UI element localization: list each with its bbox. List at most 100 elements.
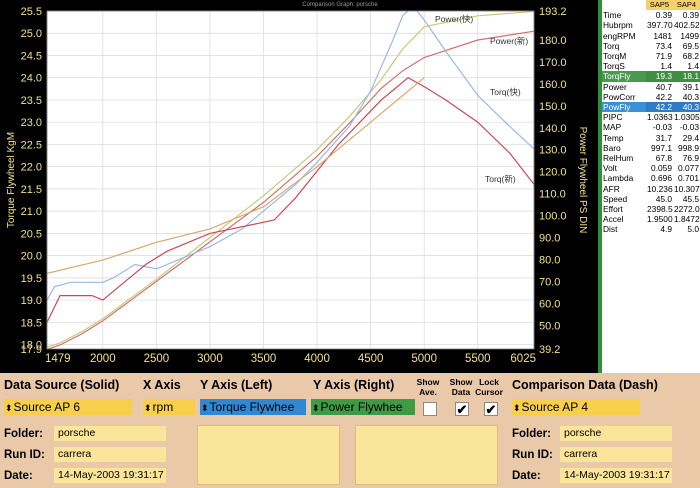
y-right-tick-label: 150.0	[539, 101, 567, 113]
y-left-header: Y Axis (Left)	[200, 378, 273, 392]
y-left-tick-label: 19.5	[21, 273, 42, 285]
updown-arrow-icon: ⬍	[144, 403, 152, 413]
data-readout-value: 76.9	[682, 153, 699, 164]
data-readout-row[interactable]: Hubrpm 397.70 402.52	[602, 20, 700, 30]
data-readout-row[interactable]: Effort 2398.5 2272.0	[602, 204, 700, 214]
x-axis-header: X Axis	[143, 378, 181, 392]
y-left-tick-label: 21.0	[21, 206, 42, 218]
data-readout-value: 67.8	[655, 153, 672, 164]
data-readout-row[interactable]: Volt 0.059 0.077	[602, 163, 700, 173]
data-readout-row[interactable]: Lambda 0.696 0.701	[602, 173, 700, 183]
data-readout-row[interactable]: PIPC 1.036311.03054	[602, 112, 700, 122]
data-readout-row[interactable]: Temp 31.7 29.4	[602, 133, 700, 143]
data-readout-row[interactable]: TorqM 71.9 68.2	[602, 51, 700, 61]
updown-arrow-icon: ⬍	[5, 403, 13, 413]
data-readout-value: 10.236	[647, 183, 673, 194]
y-left-tick-label: 25.0	[21, 28, 42, 40]
data-readout-row[interactable]: MAP -0.03 -0.03	[602, 122, 700, 132]
chart-title: Comparison Graph: porsche	[302, 2, 378, 8]
y-right-tick-label: 140.0	[539, 123, 567, 135]
data-readout-row[interactable]: Accel 1.9500 1.8472	[602, 214, 700, 224]
notes-box-left[interactable]	[197, 425, 340, 485]
y-left-tick-label: 19.0	[21, 295, 42, 307]
data-readout-row[interactable]: Baro 997.1 998.9	[602, 143, 700, 153]
data-readout-value: 1481	[653, 30, 672, 41]
lock-cursor-header: Lock Cursor	[475, 377, 503, 397]
y-right-tick-label: 130.0	[539, 145, 567, 157]
data-readout-value: 2398.5	[647, 204, 673, 215]
data-readout-row[interactable]: engRPM 1481 1499	[602, 31, 700, 41]
data-readout-value: 1.4	[660, 61, 672, 72]
y-right-tick-label: 160.0	[539, 79, 567, 91]
y-left-tick-label: 23.0	[21, 117, 42, 129]
y-right-axis-title: Power Flywheel PS DIN	[577, 127, 588, 234]
y-left-tick-label: 20.0	[21, 251, 42, 263]
data-readout-row[interactable]: Power 40.7 39.1	[602, 82, 700, 92]
data-readout-value: 0.701	[678, 173, 699, 184]
x-tick-label: 6025	[510, 353, 536, 365]
data-readout-value: 1.03631	[647, 112, 673, 123]
data-readout-value: 10.307	[674, 183, 700, 194]
compare-folder-field: porsche	[560, 426, 672, 441]
data-readout-panel: SAP5 SAP4 Time 0.39 0.39 Hubrpm 397.70 402.52 en…	[598, 0, 700, 373]
data-readout-row[interactable]: TorqFly 19.3 18.1	[602, 71, 700, 82]
y-left-tick-label: 18.5	[21, 317, 42, 329]
y-right-select[interactable]: ⬍Power Flywhee	[311, 399, 415, 415]
data-source-header: Data Source (Solid)	[4, 378, 120, 392]
data-readout-label: Hubrpm	[603, 20, 633, 31]
notes-box-right[interactable]	[355, 425, 498, 485]
data-readout-value: 997.1	[651, 142, 672, 153]
folder-label: Folder:	[4, 428, 43, 440]
comparison-select[interactable]: ⬍Source AP 4	[512, 399, 640, 415]
y-left-tick-label: 25.5	[21, 6, 42, 18]
run-id-field: carrera	[54, 447, 166, 462]
folder-field: porsche	[54, 426, 166, 441]
data-readout-value: 1.4	[687, 61, 699, 72]
data-readout-row[interactable]: Torq 73.4 69.5	[602, 41, 700, 51]
data-readout-label: TorqS	[603, 61, 625, 72]
data-readout-value: 45.0	[655, 193, 672, 204]
y-right-tick-label: 50.0	[539, 320, 560, 332]
data-source-select[interactable]: ⬍Source AP 6	[4, 399, 132, 415]
updown-arrow-icon: ⬍	[312, 403, 320, 413]
data-readout-value: 0.696	[651, 173, 672, 184]
lock-cursor-checkbox[interactable]: ✔	[484, 402, 498, 416]
plot-area[interactable]	[47, 11, 534, 349]
chart-panel[interactable]: 1479 2000 2500 3000 3500 4000 4500 5000 5500 6025…	[0, 0, 598, 373]
data-readout-row[interactable]: Speed 45.0 45.5	[602, 194, 700, 204]
data-readout-value: 1.03054	[674, 112, 700, 123]
data-readout-row[interactable]: RelHum 67.8 76.9	[602, 153, 700, 163]
data-readout-row[interactable]: Time 0.39 0.39	[602, 10, 700, 20]
x-axis-select[interactable]: ⬍rpm	[143, 399, 195, 415]
series-label: Torq(快)	[490, 87, 521, 97]
data-readout-value: 1.9500	[647, 214, 673, 225]
y-left-tick-label: 17.9	[21, 344, 42, 356]
data-readout-row[interactable]: Dist 4.9 5.0	[602, 224, 700, 234]
data-readout-value: 5.0	[687, 224, 699, 235]
data-readout-label: Baro	[603, 142, 621, 153]
show-data-checkbox[interactable]: ✔	[455, 402, 469, 416]
dyno-chart[interactable]: 1479 2000 2500 3000 3500 4000 4500 5000 5500 6025…	[0, 0, 598, 373]
data-readout-label: TorqFly	[602, 71, 646, 82]
data-readout-value: 69.5	[682, 40, 699, 51]
x-tick-label: 5000	[411, 353, 437, 365]
y-left-select[interactable]: ⬍Torque Flywhee	[200, 399, 306, 415]
compare-run-id-field: carrera	[560, 447, 672, 462]
data-readout-value: 68.2	[682, 51, 699, 62]
y-left-tick-label: 20.5	[21, 228, 42, 240]
data-readout-corner	[602, 0, 646, 10]
y-right-tick-label: 193.2	[539, 6, 567, 18]
series-label: Power(新)	[490, 36, 528, 46]
data-readout-row[interactable]: PowFly 42.2 40.3	[602, 102, 700, 113]
x-tick-label: 1479	[45, 353, 71, 365]
data-readout-value: 42.2	[646, 102, 673, 113]
x-tick-label: 3000	[197, 353, 223, 365]
data-readout-row[interactable]: AFR 10.236 10.307	[602, 184, 700, 194]
data-readout-row[interactable]: PowCorr 42.2 40.3	[602, 92, 700, 102]
data-readout-value: 42.2	[655, 91, 672, 102]
show-ave-checkbox[interactable]	[423, 402, 437, 416]
y-right-header: Y Axis (Right)	[313, 378, 395, 392]
data-readout-row[interactable]: TorqS 1.4 1.4	[602, 61, 700, 71]
data-readout-value: 0.059	[651, 163, 672, 174]
data-readout-label: Accel	[603, 214, 624, 225]
